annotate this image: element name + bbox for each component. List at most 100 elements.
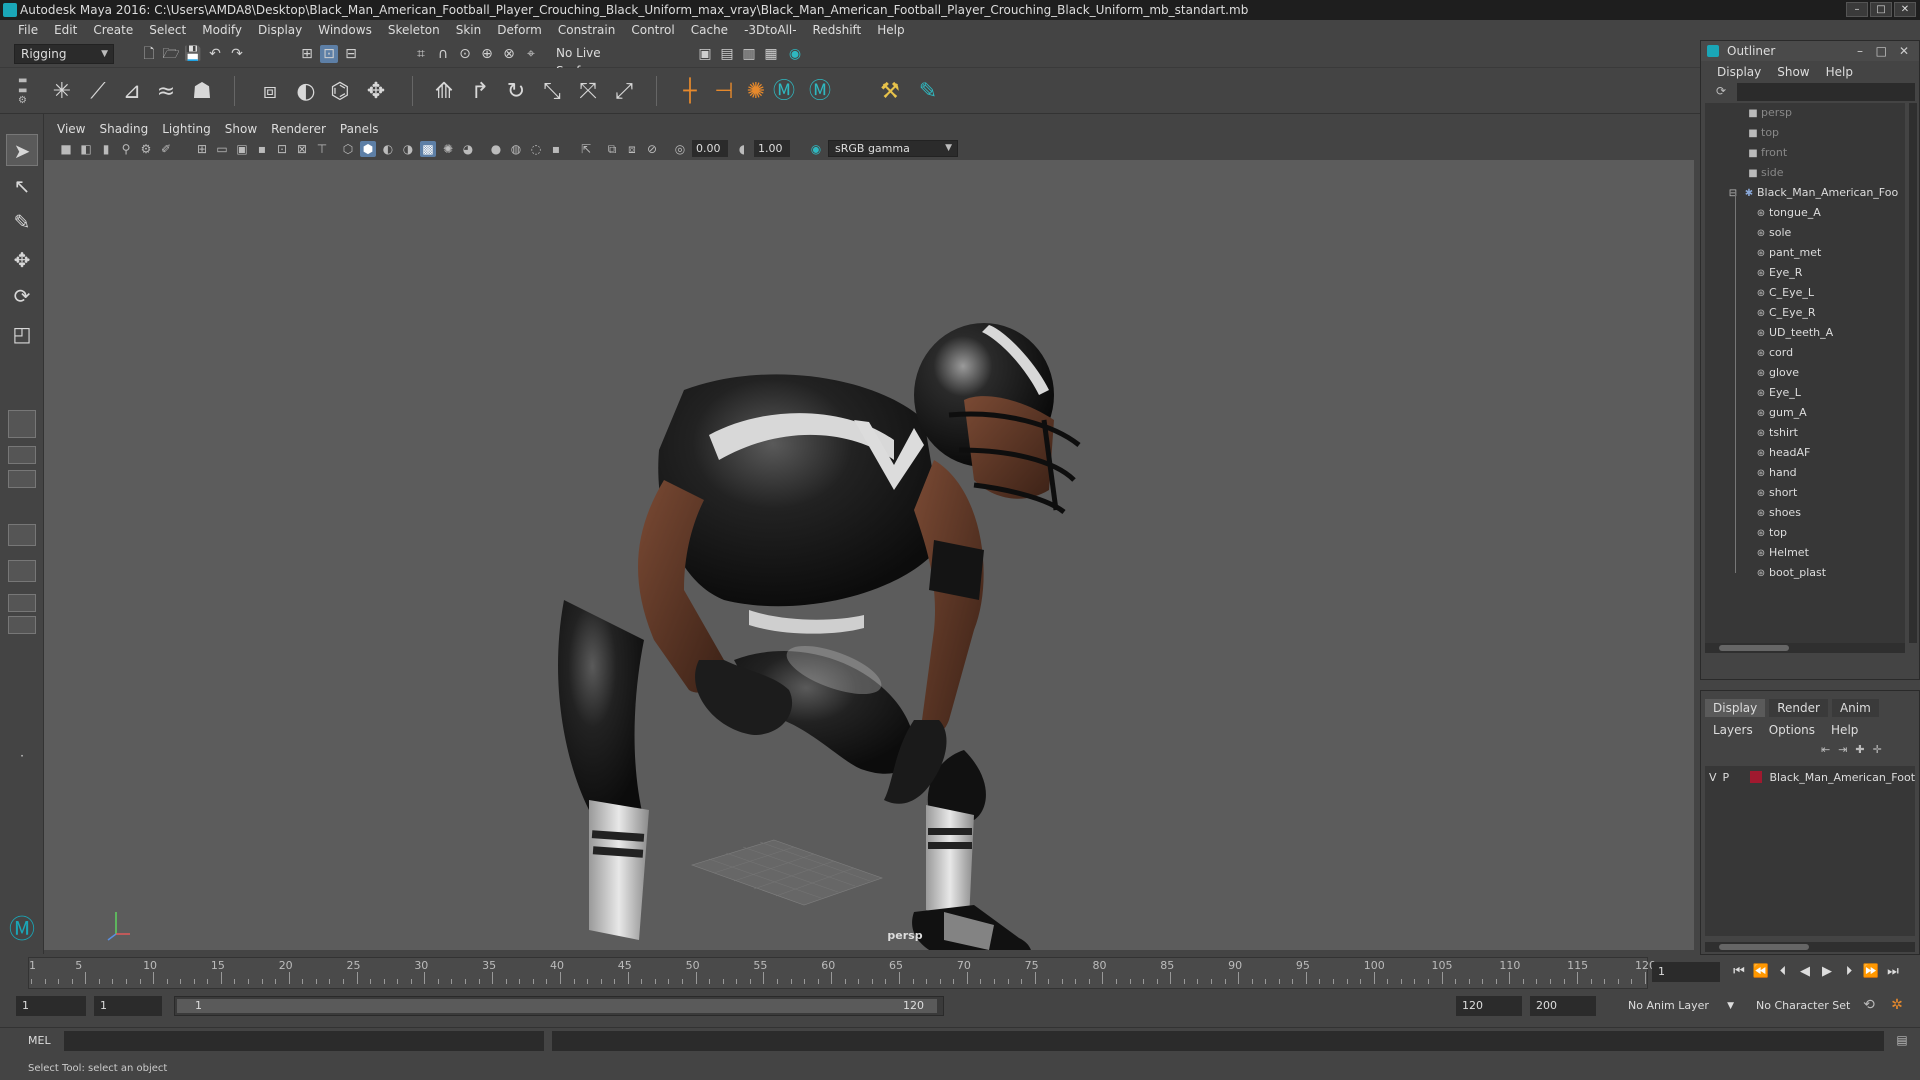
layer-color-swatch[interactable] — [1750, 771, 1762, 783]
camera-select-icon[interactable]: ■ — [58, 141, 74, 157]
grid-icon[interactable]: ⊞ — [194, 141, 210, 157]
anti-aliasing-icon[interactable]: ◌ — [528, 141, 544, 157]
render-layout-icon[interactable] — [8, 616, 36, 634]
textured-icon[interactable]: ▩ — [420, 141, 436, 157]
layer-playback-toggle[interactable]: P — [1723, 768, 1737, 788]
menu-deform[interactable]: Deform — [489, 23, 550, 37]
close-icon[interactable]: ✕ — [1899, 41, 1909, 61]
anim-layer-dropdown[interactable]: No Anim Layer ▼ — [1618, 996, 1736, 1016]
humanik-icon[interactable]: ☗ — [188, 78, 216, 106]
single-perspective-layout-icon[interactable] — [8, 410, 36, 438]
menu-cache[interactable]: Cache — [683, 23, 736, 37]
shadows-icon[interactable]: ◕ — [460, 141, 476, 157]
close-button[interactable]: ✕ — [1894, 2, 1916, 17]
shelf-options-icon[interactable]: ▬ ▬ ⚙ — [18, 76, 28, 106]
layer-action-icons[interactable]: ⇤⇥✚✛ — [1821, 743, 1911, 761]
open-scene-icon[interactable]: 🗁 — [162, 45, 180, 63]
minimize-button[interactable]: – — [1846, 2, 1868, 17]
color-space-dropdown[interactable]: sRGB gamma ▼ — [828, 140, 958, 157]
outliner-item-side[interactable]: ■ side — [1705, 163, 1905, 183]
live-surface-field[interactable]: No Live Surface — [550, 44, 650, 78]
screen-space-ao-icon[interactable]: ● — [488, 141, 504, 157]
toolbox-more-icon[interactable]: · — [6, 740, 38, 772]
four-view-layout-icon[interactable] — [8, 446, 36, 464]
outliner-vertical-scrollbar[interactable] — [1909, 103, 1917, 643]
scale-tool-icon[interactable]: ◰ — [6, 318, 38, 350]
paint-select-tool-icon[interactable]: ✎ — [6, 206, 38, 238]
script-editor-icon[interactable]: ▤ — [1894, 1033, 1910, 1049]
x-ray-icon[interactable]: ⧉ — [604, 141, 620, 157]
animation-end-field[interactable]: 200 — [1530, 996, 1596, 1016]
gate-mask-icon[interactable]: ▪ — [254, 141, 270, 157]
exposure-icon[interactable]: ◎ — [672, 141, 688, 157]
range-bar[interactable]: 1 120 — [174, 996, 944, 1016]
go-to-start-icon[interactable]: ⏮ — [1730, 963, 1748, 981]
menu-skin[interactable]: Skin — [448, 23, 490, 37]
menu-constrain[interactable]: Constrain — [550, 23, 624, 37]
layer-horizontal-scrollbar[interactable] — [1705, 942, 1915, 952]
snap-view-icon[interactable]: ⊕ — [478, 45, 496, 63]
select-hierarchy-icon[interactable]: ⊞ — [298, 45, 316, 63]
outliner-item-persp[interactable]: ■ persp — [1705, 103, 1905, 123]
film-gate-icon[interactable]: ▭ — [214, 141, 230, 157]
ik-handle-icon[interactable]: ⊿ — [118, 78, 146, 106]
joint-tool-icon[interactable]: ✳ — [48, 78, 76, 106]
panel-menu-show[interactable]: Show — [218, 122, 264, 136]
insert-joint-icon[interactable]: ⟋ — [84, 78, 112, 106]
outliner-horizontal-scrollbar[interactable] — [1705, 643, 1905, 653]
gamma-icon[interactable]: ◖ — [734, 141, 750, 157]
image-plane-icon[interactable]: ⚲ — [118, 141, 134, 157]
character-icon[interactable]: ✺ — [742, 78, 770, 106]
x-ray-joints-icon[interactable]: ⧈ — [624, 141, 640, 157]
isolate-select-icon[interactable]: ⇱ — [578, 141, 594, 157]
layer-menu-options[interactable]: Options — [1761, 723, 1823, 737]
scale-constraint-icon[interactable]: ⤡ — [538, 78, 566, 106]
current-frame-field[interactable]: 1 — [1652, 962, 1720, 982]
layer-row[interactable]: V P Black_Man_American_Footba — [1705, 768, 1915, 788]
playback-start-field[interactable]: 1 — [94, 996, 162, 1016]
depth-of-field-icon[interactable]: ▪ — [548, 141, 564, 157]
snap-surface-icon[interactable]: ⊗ — [500, 45, 518, 63]
wireframe-on-shaded-icon[interactable]: ◑ — [400, 141, 416, 157]
locator-icon[interactable]: ┼ — [676, 78, 704, 106]
safe-action-icon[interactable]: ⊠ — [294, 141, 310, 157]
default-material-icon[interactable]: ◐ — [380, 141, 396, 157]
playback-end-field[interactable]: 120 — [1456, 996, 1522, 1016]
play-forwards-icon[interactable]: ▶ — [1818, 963, 1836, 981]
outliner-item-top[interactable]: ■ top — [1705, 123, 1905, 143]
paint-weights-icon[interactable]: ◐ — [292, 78, 320, 106]
panel-menu-renderer[interactable]: Renderer — [264, 122, 333, 136]
field-chart-icon[interactable]: ⊡ — [274, 141, 290, 157]
step-forward-frame-icon[interactable]: ⏵ — [1840, 963, 1858, 981]
menu-help[interactable]: Help — [869, 23, 912, 37]
auto-key-icon[interactable]: ⟲ — [1860, 997, 1878, 1015]
layer-menu-layers[interactable]: Layers — [1705, 723, 1761, 737]
timeline-ticks[interactable]: 1 5 10 15 20 25 30 35 40 45 50 55 60 65 70 75 80 85 90 95 1… — [28, 957, 1656, 989]
color-management-icon[interactable]: ◉ — [808, 141, 824, 157]
menu-windows[interactable]: Windows — [310, 23, 380, 37]
parent-constraint-icon[interactable]: ⤧ — [574, 78, 602, 106]
menu-modify[interactable]: Modify — [194, 23, 250, 37]
ik-spline-icon[interactable]: ≈ — [152, 78, 180, 106]
scrollbar-thumb[interactable] — [1719, 645, 1789, 651]
maya-m-icon[interactable]: Ⓜ — [770, 78, 798, 106]
go-to-end-icon[interactable]: ⏭ — [1884, 963, 1902, 981]
snap-grid-icon[interactable]: ⌗ — [412, 45, 430, 63]
animation-preferences-icon[interactable]: ✲ — [1888, 997, 1906, 1015]
outliner-layout-icon[interactable] — [8, 524, 36, 546]
bind-skin-icon[interactable]: ⧈ — [256, 78, 284, 106]
two-view-layout-icon[interactable] — [8, 470, 36, 488]
select-component-icon[interactable]: ⊟ — [342, 45, 360, 63]
menu-file[interactable]: File — [10, 23, 46, 37]
select-object-icon[interactable]: ⊡ — [320, 45, 338, 63]
step-back-key-icon[interactable]: ⏪ — [1752, 963, 1770, 981]
tab-display[interactable]: Display — [1705, 699, 1766, 717]
character-set-dropdown[interactable]: No Character Set — [1746, 996, 1866, 1016]
outliner-menu-display[interactable]: Display — [1709, 63, 1769, 81]
snap-curve-icon[interactable]: ∩ — [434, 45, 452, 63]
maximize-icon[interactable]: □ — [1876, 41, 1887, 61]
undo-icon[interactable]: ↶ — [206, 45, 224, 63]
maya-m2-icon[interactable]: Ⓜ — [806, 78, 834, 106]
motion-blur-icon[interactable]: ◍ — [508, 141, 524, 157]
minimize-icon[interactable]: – — [1857, 41, 1863, 61]
